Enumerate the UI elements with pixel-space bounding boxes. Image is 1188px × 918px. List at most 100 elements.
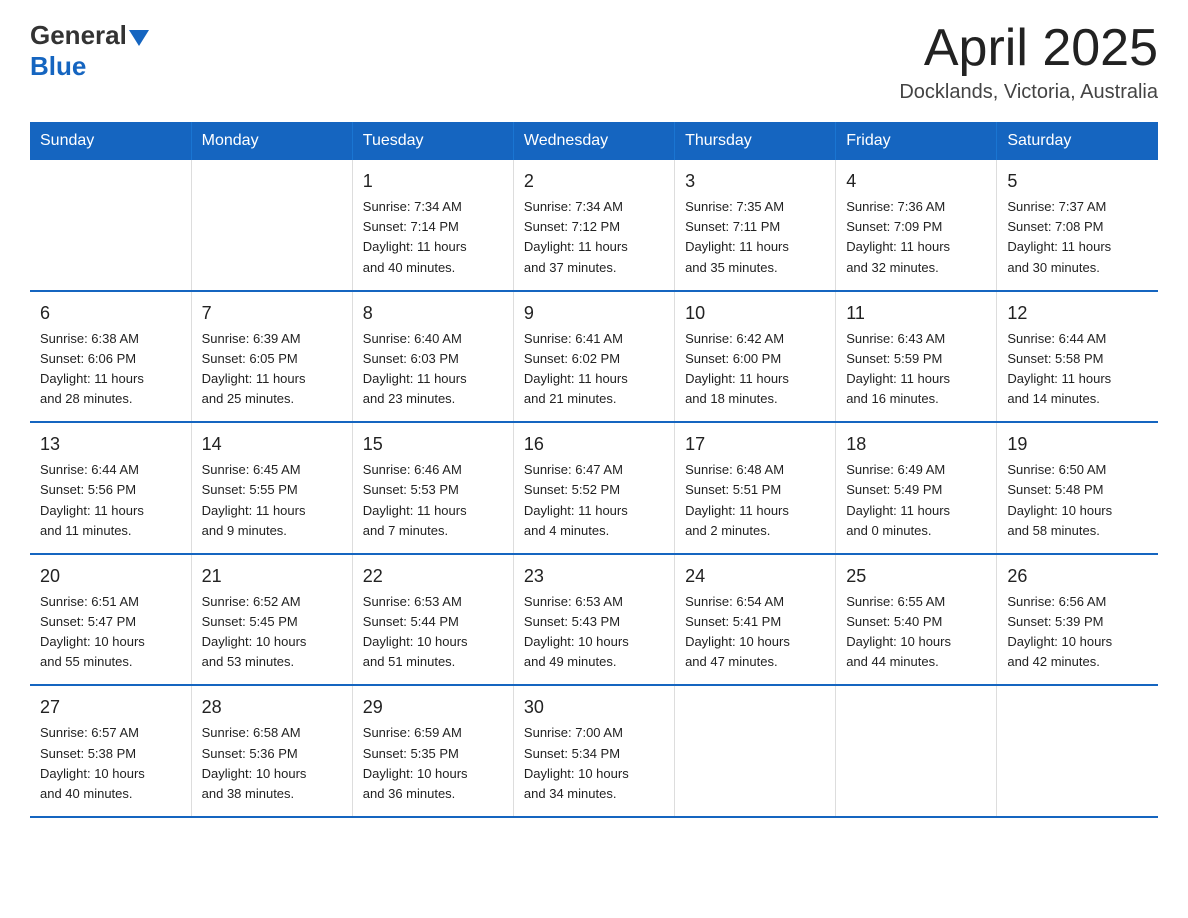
calendar-cell: 23Sunrise: 6:53 AM Sunset: 5:43 PM Dayli… (513, 554, 674, 686)
day-info: Sunrise: 6:41 AM Sunset: 6:02 PM Dayligh… (524, 329, 664, 410)
day-info: Sunrise: 6:44 AM Sunset: 5:56 PM Dayligh… (40, 460, 181, 541)
day-info: Sunrise: 6:38 AM Sunset: 6:06 PM Dayligh… (40, 329, 181, 410)
day-number: 16 (524, 431, 664, 458)
day-number: 29 (363, 694, 503, 721)
calendar-week-row: 20Sunrise: 6:51 AM Sunset: 5:47 PM Dayli… (30, 554, 1158, 686)
calendar-cell: 19Sunrise: 6:50 AM Sunset: 5:48 PM Dayli… (997, 422, 1158, 554)
calendar-cell: 18Sunrise: 6:49 AM Sunset: 5:49 PM Dayli… (836, 422, 997, 554)
day-number: 7 (202, 300, 342, 327)
calendar-cell: 21Sunrise: 6:52 AM Sunset: 5:45 PM Dayli… (191, 554, 352, 686)
day-info: Sunrise: 6:54 AM Sunset: 5:41 PM Dayligh… (685, 592, 825, 673)
day-number: 18 (846, 431, 986, 458)
day-info: Sunrise: 6:57 AM Sunset: 5:38 PM Dayligh… (40, 723, 181, 804)
calendar-cell: 26Sunrise: 6:56 AM Sunset: 5:39 PM Dayli… (997, 554, 1158, 686)
calendar-cell: 2Sunrise: 7:34 AM Sunset: 7:12 PM Daylig… (513, 160, 674, 291)
calendar-week-row: 1Sunrise: 7:34 AM Sunset: 7:14 PM Daylig… (30, 160, 1158, 291)
calendar-cell: 6Sunrise: 6:38 AM Sunset: 6:06 PM Daylig… (30, 291, 191, 423)
day-info: Sunrise: 6:47 AM Sunset: 5:52 PM Dayligh… (524, 460, 664, 541)
calendar-cell: 15Sunrise: 6:46 AM Sunset: 5:53 PM Dayli… (352, 422, 513, 554)
day-header-sunday: Sunday (30, 122, 191, 160)
day-info: Sunrise: 7:35 AM Sunset: 7:11 PM Dayligh… (685, 197, 825, 278)
day-number: 30 (524, 694, 664, 721)
day-info: Sunrise: 6:49 AM Sunset: 5:49 PM Dayligh… (846, 460, 986, 541)
day-info: Sunrise: 7:36 AM Sunset: 7:09 PM Dayligh… (846, 197, 986, 278)
day-info: Sunrise: 6:48 AM Sunset: 5:51 PM Dayligh… (685, 460, 825, 541)
day-info: Sunrise: 6:53 AM Sunset: 5:43 PM Dayligh… (524, 592, 664, 673)
day-number: 12 (1007, 300, 1148, 327)
day-number: 1 (363, 168, 503, 195)
day-info: Sunrise: 6:53 AM Sunset: 5:44 PM Dayligh… (363, 592, 503, 673)
day-number: 3 (685, 168, 825, 195)
day-info: Sunrise: 6:42 AM Sunset: 6:00 PM Dayligh… (685, 329, 825, 410)
day-info: Sunrise: 6:58 AM Sunset: 5:36 PM Dayligh… (202, 723, 342, 804)
calendar-cell: 10Sunrise: 6:42 AM Sunset: 6:00 PM Dayli… (675, 291, 836, 423)
day-info: Sunrise: 7:34 AM Sunset: 7:12 PM Dayligh… (524, 197, 664, 278)
day-header-wednesday: Wednesday (513, 122, 674, 160)
day-info: Sunrise: 7:00 AM Sunset: 5:34 PM Dayligh… (524, 723, 664, 804)
calendar-cell (191, 160, 352, 291)
calendar-cell: 9Sunrise: 6:41 AM Sunset: 6:02 PM Daylig… (513, 291, 674, 423)
day-info: Sunrise: 7:37 AM Sunset: 7:08 PM Dayligh… (1007, 197, 1148, 278)
day-number: 5 (1007, 168, 1148, 195)
day-number: 25 (846, 563, 986, 590)
day-info: Sunrise: 6:45 AM Sunset: 5:55 PM Dayligh… (202, 460, 342, 541)
day-header-thursday: Thursday (675, 122, 836, 160)
logo: General Blue (30, 20, 149, 82)
day-header-saturday: Saturday (997, 122, 1158, 160)
calendar-cell: 16Sunrise: 6:47 AM Sunset: 5:52 PM Dayli… (513, 422, 674, 554)
calendar-cell (30, 160, 191, 291)
day-info: Sunrise: 6:39 AM Sunset: 6:05 PM Dayligh… (202, 329, 342, 410)
calendar-cell: 13Sunrise: 6:44 AM Sunset: 5:56 PM Dayli… (30, 422, 191, 554)
calendar-cell: 1Sunrise: 7:34 AM Sunset: 7:14 PM Daylig… (352, 160, 513, 291)
day-info: Sunrise: 7:34 AM Sunset: 7:14 PM Dayligh… (363, 197, 503, 278)
day-number: 26 (1007, 563, 1148, 590)
day-number: 8 (363, 300, 503, 327)
calendar-week-row: 6Sunrise: 6:38 AM Sunset: 6:06 PM Daylig… (30, 291, 1158, 423)
calendar-cell: 27Sunrise: 6:57 AM Sunset: 5:38 PM Dayli… (30, 685, 191, 817)
day-info: Sunrise: 6:44 AM Sunset: 5:58 PM Dayligh… (1007, 329, 1148, 410)
day-info: Sunrise: 6:51 AM Sunset: 5:47 PM Dayligh… (40, 592, 181, 673)
day-info: Sunrise: 6:40 AM Sunset: 6:03 PM Dayligh… (363, 329, 503, 410)
day-number: 4 (846, 168, 986, 195)
day-number: 6 (40, 300, 181, 327)
day-number: 21 (202, 563, 342, 590)
day-number: 15 (363, 431, 503, 458)
day-number: 27 (40, 694, 181, 721)
day-info: Sunrise: 6:46 AM Sunset: 5:53 PM Dayligh… (363, 460, 503, 541)
calendar-header-row: SundayMondayTuesdayWednesdayThursdayFrid… (30, 122, 1158, 160)
day-number: 24 (685, 563, 825, 590)
month-title: April 2025 (899, 20, 1158, 77)
calendar-cell (675, 685, 836, 817)
page-header: General Blue April 2025 Docklands, Victo… (30, 20, 1158, 104)
day-number: 14 (202, 431, 342, 458)
day-number: 13 (40, 431, 181, 458)
calendar-cell: 24Sunrise: 6:54 AM Sunset: 5:41 PM Dayli… (675, 554, 836, 686)
calendar-cell: 14Sunrise: 6:45 AM Sunset: 5:55 PM Dayli… (191, 422, 352, 554)
calendar-week-row: 13Sunrise: 6:44 AM Sunset: 5:56 PM Dayli… (30, 422, 1158, 554)
day-number: 22 (363, 563, 503, 590)
calendar-cell: 3Sunrise: 7:35 AM Sunset: 7:11 PM Daylig… (675, 160, 836, 291)
calendar-cell: 8Sunrise: 6:40 AM Sunset: 6:03 PM Daylig… (352, 291, 513, 423)
day-info: Sunrise: 6:50 AM Sunset: 5:48 PM Dayligh… (1007, 460, 1148, 541)
day-number: 20 (40, 563, 181, 590)
calendar-cell (836, 685, 997, 817)
day-header-monday: Monday (191, 122, 352, 160)
calendar-table: SundayMondayTuesdayWednesdayThursdayFrid… (30, 122, 1158, 818)
day-number: 28 (202, 694, 342, 721)
logo-general-text: General (30, 20, 127, 51)
day-info: Sunrise: 6:56 AM Sunset: 5:39 PM Dayligh… (1007, 592, 1148, 673)
calendar-cell (997, 685, 1158, 817)
day-number: 9 (524, 300, 664, 327)
day-header-friday: Friday (836, 122, 997, 160)
logo-blue-text: Blue (30, 51, 149, 82)
calendar-cell: 4Sunrise: 7:36 AM Sunset: 7:09 PM Daylig… (836, 160, 997, 291)
day-number: 17 (685, 431, 825, 458)
day-number: 23 (524, 563, 664, 590)
day-info: Sunrise: 6:55 AM Sunset: 5:40 PM Dayligh… (846, 592, 986, 673)
calendar-cell: 7Sunrise: 6:39 AM Sunset: 6:05 PM Daylig… (191, 291, 352, 423)
day-info: Sunrise: 6:59 AM Sunset: 5:35 PM Dayligh… (363, 723, 503, 804)
day-number: 11 (846, 300, 986, 327)
calendar-cell: 17Sunrise: 6:48 AM Sunset: 5:51 PM Dayli… (675, 422, 836, 554)
calendar-cell: 22Sunrise: 6:53 AM Sunset: 5:44 PM Dayli… (352, 554, 513, 686)
calendar-cell: 30Sunrise: 7:00 AM Sunset: 5:34 PM Dayli… (513, 685, 674, 817)
